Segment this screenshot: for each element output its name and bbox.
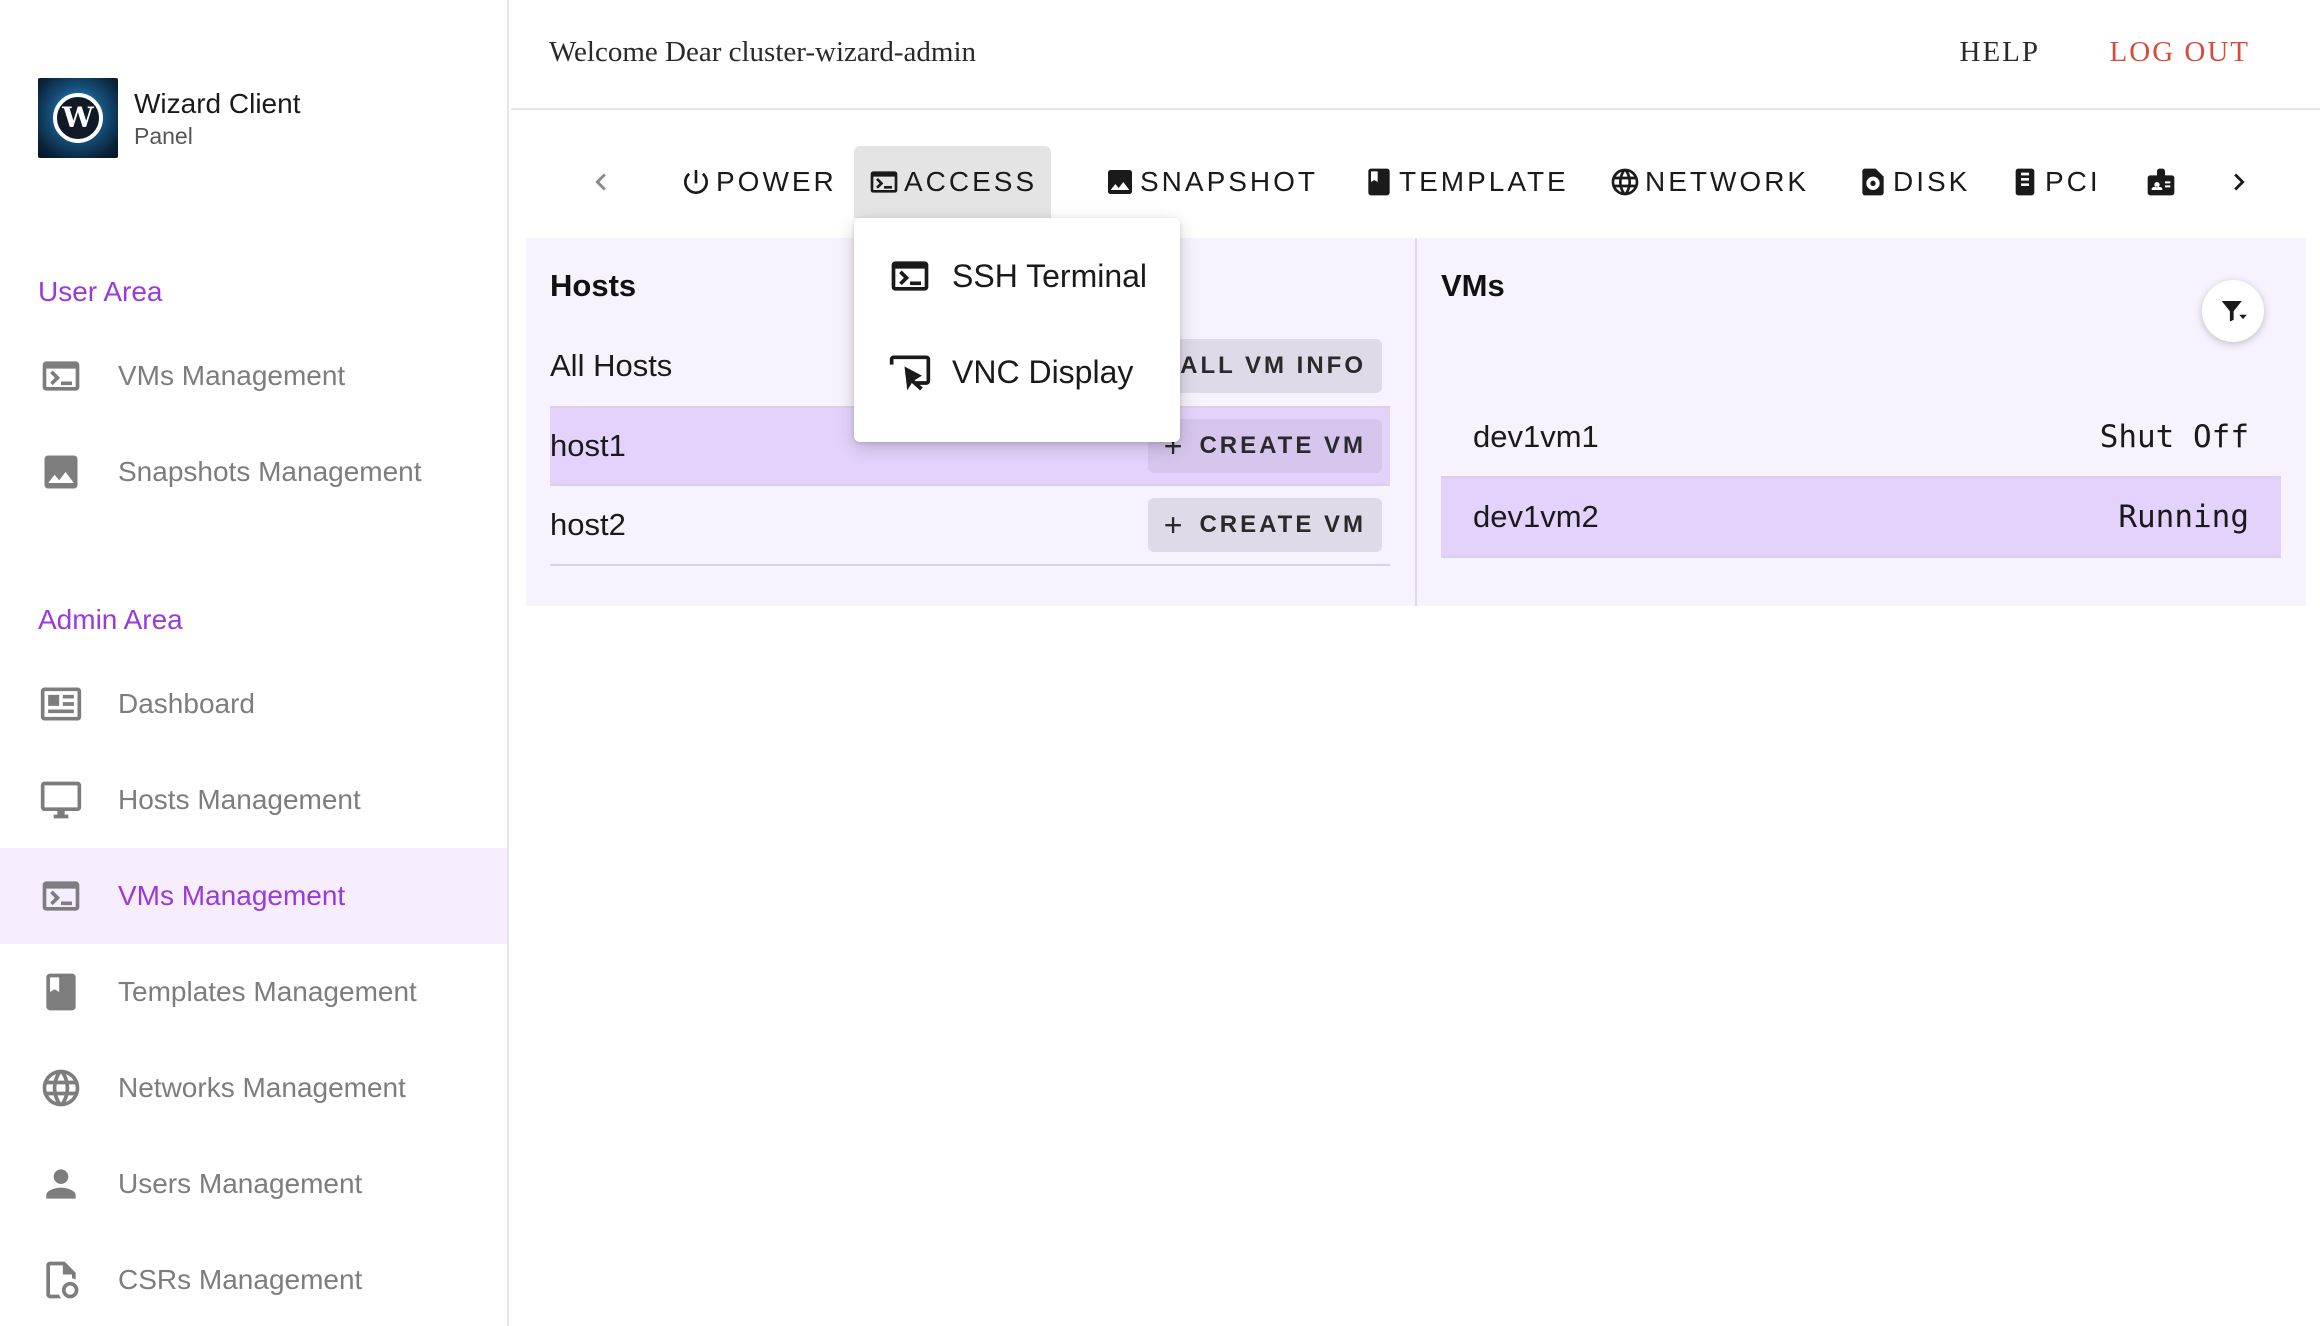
button-label: CREATE VM bbox=[1199, 511, 1366, 538]
sidebar-item-users-management[interactable]: Users Management bbox=[0, 1136, 507, 1232]
tab-snapshot[interactable]: SNAPSHOT bbox=[1090, 146, 1332, 218]
tab-power[interactable]: POWER bbox=[666, 146, 851, 218]
sidebar-item-label: Snapshots Management bbox=[118, 456, 422, 487]
chevron-left-icon bbox=[595, 173, 606, 191]
sidebar-item-hosts-management[interactable]: Hosts Management bbox=[0, 752, 507, 848]
logo-letter: W bbox=[53, 93, 103, 143]
create-vm-button[interactable]: + CREATE VM bbox=[1147, 419, 1382, 473]
sidebar-item-csrs-management[interactable]: CSRs Management bbox=[0, 1232, 507, 1326]
sidebar-item-label: VMs Management bbox=[118, 360, 346, 391]
terminal-icon bbox=[870, 171, 898, 193]
host-name: host1 bbox=[550, 428, 626, 463]
tab-disk[interactable]: DISK bbox=[1843, 146, 1984, 218]
brand-logo: W bbox=[38, 78, 118, 158]
globe-icon bbox=[38, 1065, 84, 1111]
scroll-right-button[interactable] bbox=[2209, 146, 2269, 218]
welcome-text: Welcome Dear cluster-wizard-admin bbox=[549, 36, 977, 68]
cast-cursor-icon bbox=[889, 355, 931, 391]
menu-item-label: VNC Display bbox=[952, 353, 1134, 390]
button-label: E ALL VM INFO bbox=[1152, 352, 1366, 379]
sidebar-item-user-vms-management[interactable]: VMs Management bbox=[0, 328, 507, 424]
power-icon bbox=[684, 170, 708, 194]
brand: W Wizard Client Panel bbox=[38, 78, 300, 158]
access-dropdown-menu: SSH Terminal VNC Display bbox=[854, 218, 1180, 442]
sidebar-item-label: VMs Management bbox=[118, 880, 346, 911]
sidebar-item-label: Templates Management bbox=[118, 976, 417, 1007]
dashboard-icon bbox=[38, 681, 84, 727]
user-area-title: User Area bbox=[38, 276, 163, 307]
host-row[interactable]: host2 + CREATE VM bbox=[550, 486, 1390, 566]
menu-item-vnc-display[interactable]: VNC Display bbox=[854, 324, 1180, 420]
tab-network[interactable]: NETWORK bbox=[1595, 146, 1823, 218]
tab-label: POWER bbox=[716, 166, 837, 197]
tab-label: ACCESS bbox=[904, 166, 1038, 197]
sidebar-item-networks-management[interactable]: Networks Management bbox=[0, 1040, 507, 1136]
vm-row[interactable]: dev1vm1 Shut Off bbox=[1441, 398, 2281, 478]
logout-button[interactable]: LOG OUT bbox=[2110, 36, 2250, 69]
image-icon bbox=[38, 449, 84, 495]
top-header: Welcome Dear cluster-wizard-admin HELP L… bbox=[511, 0, 2320, 110]
plus-icon: + bbox=[1163, 506, 1186, 543]
sidebar-item-label: Dashboard bbox=[118, 688, 255, 719]
person-icon bbox=[38, 1161, 84, 1207]
host-name: All Hosts bbox=[550, 348, 673, 383]
vm-status: Running bbox=[2118, 499, 2249, 535]
sidebar: W Wizard Client Panel User Area VMs Mana… bbox=[0, 0, 509, 1326]
tab-pci[interactable]: PCI bbox=[1995, 146, 2115, 218]
disk-icon bbox=[1862, 168, 1884, 196]
scroll-left-button[interactable] bbox=[571, 146, 631, 218]
menu-item-label: SSH Terminal bbox=[952, 257, 1148, 294]
sidebar-item-label: CSRs Management bbox=[118, 1264, 363, 1295]
admin-area-title: Admin Area bbox=[38, 604, 183, 635]
sidebar-item-label: Networks Management bbox=[118, 1072, 406, 1103]
terminal-icon bbox=[38, 873, 84, 919]
tab-more-badge[interactable] bbox=[2131, 146, 2195, 218]
vms-title: VMs bbox=[1441, 268, 1505, 303]
filter-button[interactable] bbox=[2202, 280, 2264, 342]
tab-label: NETWORK bbox=[1645, 166, 1810, 197]
chip-icon bbox=[2015, 168, 2035, 196]
sidebar-item-templates-management[interactable]: Templates Management bbox=[0, 944, 507, 1040]
sidebar-item-vms-management[interactable]: VMs Management bbox=[0, 848, 507, 944]
badge-icon bbox=[2147, 168, 2175, 196]
tab-template[interactable]: TEMPLATE bbox=[1349, 146, 1583, 218]
sidebar-item-dashboard[interactable]: Dashboard bbox=[0, 656, 507, 752]
monitor-icon bbox=[38, 777, 84, 823]
tab-label: PCI bbox=[2045, 166, 2101, 197]
vm-status: Shut Off bbox=[2099, 419, 2249, 455]
certificate-icon bbox=[38, 1257, 84, 1303]
filter-icon bbox=[2221, 301, 2247, 322]
globe-icon bbox=[1611, 168, 1639, 196]
vm-name: dev1vm2 bbox=[1473, 499, 1599, 534]
tab-label: SNAPSHOT bbox=[1140, 166, 1319, 197]
sidebar-item-snapshots-management[interactable]: Snapshots Management bbox=[0, 424, 507, 520]
button-label: CREATE VM bbox=[1199, 432, 1366, 459]
host-name: host2 bbox=[550, 507, 626, 542]
vm-row[interactable]: dev1vm2 Running bbox=[1441, 478, 2281, 558]
create-vm-button[interactable]: + CREATE VM bbox=[1147, 498, 1382, 552]
panel-divider bbox=[1415, 238, 1417, 606]
vm-action-tabs: POWER ACCESS SNAPSHOT TEMPLATE NETWORK D… bbox=[511, 146, 2271, 218]
sidebar-item-label: Users Management bbox=[118, 1168, 363, 1199]
vm-name: dev1vm1 bbox=[1473, 419, 1599, 454]
brand-title: Wizard Client bbox=[134, 88, 301, 119]
sidebar-item-label: Hosts Management bbox=[118, 784, 361, 815]
brand-subtitle: Panel bbox=[134, 123, 193, 149]
help-button[interactable]: HELP bbox=[1960, 36, 2041, 69]
terminal-icon bbox=[38, 353, 84, 399]
menu-item-ssh-terminal[interactable]: SSH Terminal bbox=[854, 228, 1180, 324]
chevron-right-icon bbox=[2234, 173, 2245, 191]
tab-label: TEMPLATE bbox=[1399, 166, 1569, 197]
terminal-icon bbox=[891, 261, 929, 291]
bookmark-icon bbox=[1368, 168, 1390, 196]
tab-access[interactable]: ACCESS bbox=[854, 146, 1052, 218]
bookmark-icon bbox=[38, 969, 84, 1015]
hosts-title: Hosts bbox=[550, 268, 637, 303]
image-icon bbox=[1108, 170, 1132, 194]
tab-label: DISK bbox=[1893, 166, 1971, 197]
